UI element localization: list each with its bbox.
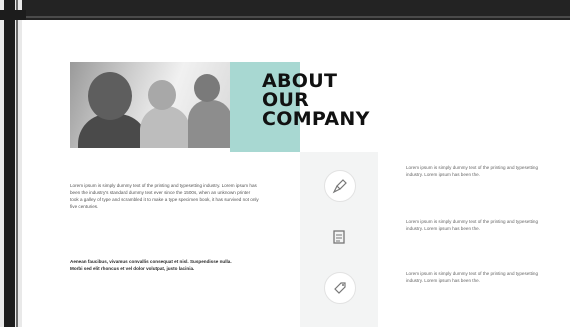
highlight-paragraph: Aenean faucibus, vivamus convallis conse… [70, 259, 232, 271]
team-photo [70, 62, 230, 148]
feature-text-2: Lorem ipsum is simply dummy text of the … [406, 219, 539, 231]
title-line-3: COMPANY [262, 108, 370, 130]
window-frame-top [0, 0, 570, 20]
about-slide: ABOUT OUR COMPANY Lorem ipsum is simply … [22, 20, 570, 327]
intro-paragraph: Lorem ipsum is simply dummy text of the … [70, 183, 259, 209]
window-frame-left [0, 0, 22, 327]
frame-corner [0, 10, 26, 20]
icon-column [300, 152, 378, 327]
feature-text-1: Lorem ipsum is simply dummy text of the … [406, 165, 539, 177]
page-title: ABOUT OUR COMPANY [262, 72, 370, 129]
brush-icon [324, 170, 356, 202]
tag-icon [324, 272, 356, 304]
frame-left-bar [4, 0, 18, 327]
feature-text-3: Lorem ipsum is simply dummy text of the … [406, 271, 539, 283]
document-icon [324, 222, 354, 252]
